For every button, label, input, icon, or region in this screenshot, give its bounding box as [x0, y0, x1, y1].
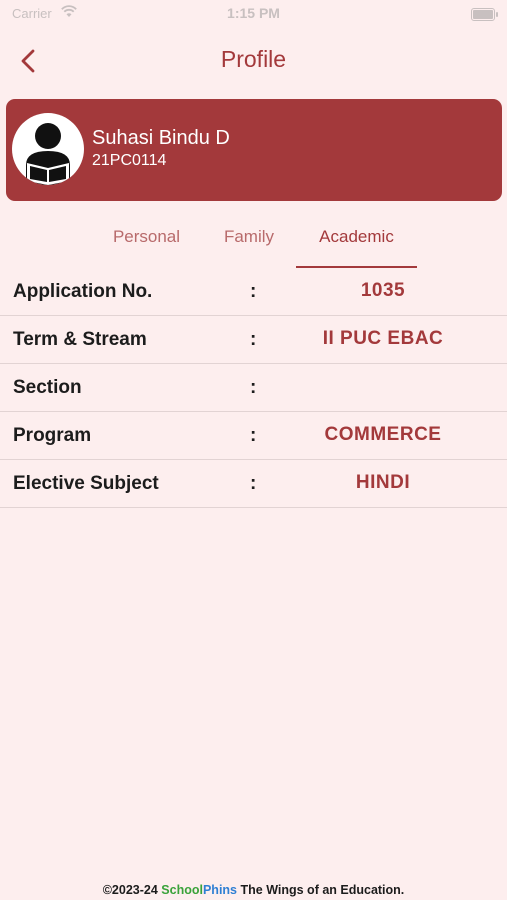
row-value: HINDI [355, 472, 411, 493]
academic-details: Application No. : 1035 Term & Stream : I… [0, 268, 507, 508]
row-label: Application No. [13, 281, 153, 302]
detail-row-program: Program : COMMERCE [0, 412, 507, 460]
footer: ©2023-24 SchoolPhins The Wings of an Edu… [0, 883, 507, 897]
footer-copyright: ©2023-24 [102, 883, 158, 897]
row-value: 1035 [360, 280, 406, 301]
row-colon: : [250, 377, 257, 398]
row-colon: : [250, 473, 257, 494]
battery-icon [471, 8, 498, 21]
row-label: Program [13, 425, 92, 446]
profile-tabs: Personal Family Academic [0, 218, 507, 268]
detail-row-elective-subject: Elective Subject : HINDI [0, 460, 507, 508]
tab-personal[interactable]: Personal [100, 218, 193, 266]
row-label: Section [13, 377, 82, 398]
nav-bar: Profile [0, 40, 507, 84]
detail-row-term-stream: Term & Stream : II PUC EBAC [0, 316, 507, 364]
student-id: 21PC0114 [92, 152, 167, 169]
avatar [12, 113, 84, 185]
footer-brand-phins: Phins [202, 883, 238, 897]
row-value: COMMERCE [324, 424, 442, 445]
row-colon: : [250, 329, 257, 350]
row-value: II PUC EBAC [322, 328, 444, 349]
row-colon: : [250, 425, 257, 446]
status-time: 1:15 PM [227, 5, 280, 21]
status-bar: Carrier 1:15 PM [0, 0, 507, 30]
tab-academic[interactable]: Academic [296, 218, 417, 268]
student-reading-icon [26, 123, 70, 185]
footer-tagline: The Wings of an Education. [240, 883, 405, 897]
student-name: Suhasi Bindu D [92, 127, 230, 149]
detail-row-application-no: Application No. : 1035 [0, 268, 507, 316]
profile-card: Suhasi Bindu D 21PC0114 [6, 99, 502, 201]
page-title: Profile [220, 46, 287, 72]
detail-row-section: Section : [0, 364, 507, 412]
row-label: Elective Subject [13, 473, 159, 494]
row-colon: : [250, 281, 257, 302]
footer-brand-school: School [161, 883, 203, 897]
tab-family[interactable]: Family [210, 218, 288, 266]
row-label: Term & Stream [13, 329, 147, 350]
